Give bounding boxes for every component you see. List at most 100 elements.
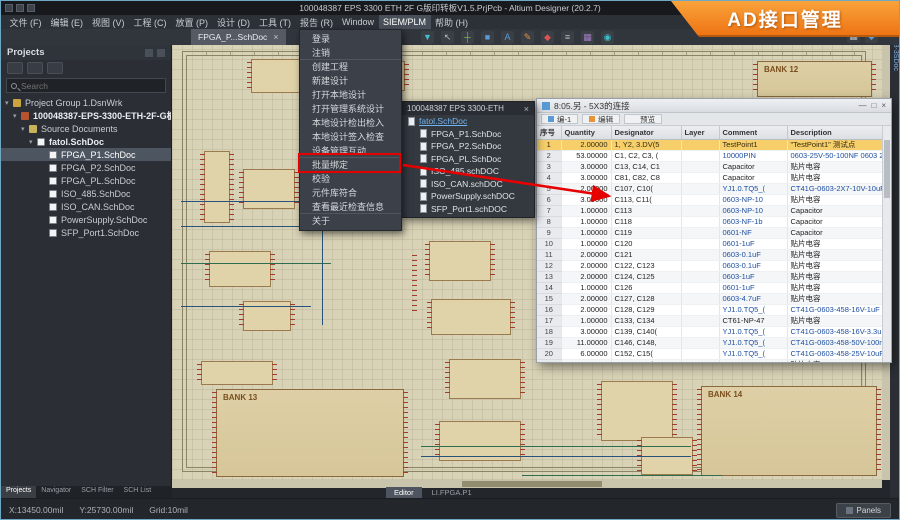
menu-item[interactable]: 设计 (D) (213, 15, 255, 29)
menu-item[interactable]: 工程 (C) (129, 15, 171, 29)
save-icon[interactable] (5, 4, 13, 12)
toolbar-icon[interactable]: ≡ (561, 31, 574, 44)
bom-row[interactable]: 18 3.00000 C139, C140( YJ1.0.TQ5_( CT41G… (537, 327, 882, 338)
popup-file-item[interactable]: ISO_CAN.schDOC (402, 178, 534, 191)
menu-dropdown-item[interactable]: 关于 (300, 214, 401, 228)
compile-button[interactable] (27, 62, 43, 74)
popup-file-item[interactable]: SFP_Port1.schDOC (402, 203, 534, 216)
undo-icon[interactable] (27, 4, 35, 12)
search-box[interactable] (6, 78, 166, 93)
menu-dropdown-item[interactable]: 打开本地设计 (300, 88, 401, 102)
bom-scrollbar[interactable] (882, 126, 891, 362)
tree-item[interactable]: ISO_CAN.SchDoc (1, 200, 171, 213)
menu-dropdown-item[interactable]: 创建工程 (300, 60, 401, 74)
menu-dropdown-item[interactable]: 打开管理系统设计 (300, 102, 401, 116)
document-tab[interactable]: FPGA_P...SchDoc × (191, 29, 286, 45)
tree-item[interactable]: PowerSupply.SchDoc (1, 213, 171, 226)
bom-row[interactable]: 16 2.00000 C128, C129 YJ1.0.TQ5_( CT41G-… (537, 305, 882, 316)
bom-row[interactable]: 7 1.00000 C113 0603-NP-10 Capacitor (537, 206, 882, 217)
schematic-component[interactable]: BANK 14 (701, 386, 877, 476)
expand-arrow-icon[interactable]: ▾ (5, 99, 13, 107)
search-input[interactable] (21, 81, 141, 91)
schematic-component[interactable] (431, 299, 511, 335)
popup-file-item[interactable]: PowerSupply.schDOC (402, 190, 534, 203)
schematic-component[interactable] (429, 241, 491, 281)
column-header[interactable]: Layer (681, 126, 719, 140)
popup-file-item[interactable]: FPGA_P2.SchDoc (402, 140, 534, 153)
panel-menu-icon[interactable] (157, 49, 165, 57)
scrollbar-thumb[interactable] (884, 140, 890, 198)
bom-row[interactable]: 11 2.00000 C121 0603-0.1uF 贴片电容 (537, 250, 882, 261)
bom-row[interactable]: 6 3.00000 C113, C11( 0603-NP-10 贴片电容 (537, 195, 882, 206)
menu-item[interactable]: 编辑 (E) (46, 15, 88, 29)
schematic-component[interactable] (601, 381, 673, 441)
menu-item[interactable]: 文件 (F) (5, 15, 46, 29)
toolbar-icon[interactable]: ↖ (441, 31, 454, 44)
bom-row[interactable]: 21 2.00000 C153, C15( 0603-1uF 贴片电容 (537, 360, 882, 363)
editor-tab[interactable]: Editor (386, 487, 422, 498)
bom-toolbar-tab[interactable]: 预览 (624, 114, 662, 124)
scrollbar-thumb[interactable] (462, 481, 602, 487)
bom-row[interactable]: 20 6.00000 C152, C15( YJ1.0.TQ5_( CT41G-… (537, 349, 882, 360)
collapsed-panel-tab[interactable]: S8-3SDoc (892, 39, 899, 498)
menu-item[interactable]: 工具 (T) (255, 15, 296, 29)
menu-dropdown-item[interactable]: 本地设计签入检查 (300, 130, 401, 144)
tree-item[interactable]: FPGA_PL.SchDoc (1, 174, 171, 187)
toolbar-icon[interactable]: ◆ (541, 31, 554, 44)
schematic-component[interactable] (209, 251, 271, 287)
column-header[interactable]: Description (787, 126, 882, 140)
menu-item[interactable]: SIEM/PLM (379, 15, 431, 29)
bom-row[interactable]: 8 1.00000 C118 0603-NF-1b Capacitor (537, 217, 882, 228)
horizontal-scrollbar[interactable] (172, 480, 882, 488)
panel-tab[interactable]: SCH List (119, 486, 157, 498)
quick-access-icons[interactable] (5, 4, 35, 12)
close-icon[interactable]: × (524, 104, 529, 114)
bom-row[interactable]: 15 2.00000 C127, C128 0603-4.7uF 贴片电容 (537, 294, 882, 305)
tree-item[interactable]: ISO_485.SchDoc (1, 187, 171, 200)
menu-item[interactable]: 报告 (R) (296, 15, 338, 29)
menu-item[interactable]: 放置 (P) (171, 15, 213, 29)
column-header[interactable]: Comment (719, 126, 787, 140)
toolbar-icon[interactable]: ■ (481, 31, 494, 44)
bom-row[interactable]: 4 3.00000 C81, C82, C8 Capacitor 贴片电容 (537, 173, 882, 184)
menu-dropdown-item[interactable]: 新建设计 (300, 74, 401, 88)
toolbar-icon[interactable]: ◉ (601, 31, 614, 44)
toolbar-icon[interactable]: ▼ (421, 31, 434, 44)
column-header[interactable]: Designator (611, 126, 681, 140)
menu-item[interactable]: 帮助 (H) (431, 15, 473, 29)
column-header[interactable]: 序号 (537, 126, 561, 140)
maximize-icon[interactable]: □ (871, 101, 876, 110)
menu-dropdown-item[interactable]: 查看最近检查信息 (300, 200, 401, 214)
tree-item[interactable]: ▾ Source Documents (1, 122, 171, 135)
bom-row[interactable]: 9 1.00000 C119 0601-NF Capacitor (537, 228, 882, 239)
menu-item[interactable]: 视图 (V) (88, 15, 130, 29)
schematic-component[interactable] (439, 421, 521, 461)
panels-button[interactable]: Panels (836, 503, 891, 518)
bom-toolbar-tab[interactable]: 编辑 (582, 114, 620, 124)
toolbar-icon[interactable]: ▦ (581, 31, 594, 44)
bom-row[interactable]: 10 1.00000 C120 0601-1uF 贴片电容 (537, 239, 882, 250)
panel-tab[interactable]: Projects (1, 486, 36, 498)
panel-tab[interactable]: Navigator (36, 486, 76, 498)
schematic-component[interactable] (201, 361, 273, 385)
panel-tab[interactable]: SCH Filter (76, 486, 118, 498)
popup-file-item[interactable]: FPGA_PL.SchDoc (402, 153, 534, 166)
tree-item[interactable]: ▾ 100048387-EPS-3300-ETH-2F-G板图 (1, 109, 171, 122)
close-icon[interactable]: × (273, 32, 278, 42)
toolbar-icon[interactable]: A (501, 31, 514, 44)
pin-icon[interactable] (145, 49, 153, 57)
menu-dropdown-item[interactable]: 登录 (300, 32, 401, 46)
popup-file-item[interactable]: ISO_485.schDOC (402, 165, 534, 178)
tree-item[interactable]: FPGA_P2.SchDoc (1, 161, 171, 174)
minimize-icon[interactable]: — (858, 101, 866, 110)
schematic-component[interactable] (204, 151, 230, 223)
tree-item[interactable]: ▾ fatol.SchDoc (1, 135, 171, 148)
schematic-component[interactable] (243, 169, 295, 209)
popup-file-item[interactable]: fatol.SchDoc (402, 115, 534, 128)
menu-dropdown-item[interactable]: 校验 (300, 172, 401, 186)
save-project-button[interactable] (7, 62, 23, 74)
bom-row[interactable]: 17 1.00000 C133, C134 CT61-NP-47 贴片电容 (537, 316, 882, 327)
open-icon[interactable] (16, 4, 24, 12)
editor-tab[interactable]: LI.FPGA.P1 (424, 487, 480, 498)
popup-file-item[interactable]: FPGA_P1.SchDoc (402, 128, 534, 141)
